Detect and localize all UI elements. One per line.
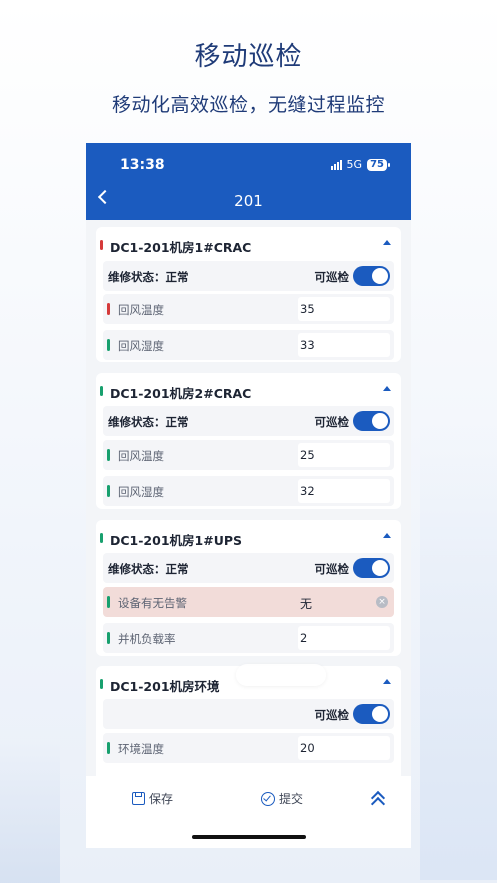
promo-subtitle: 移动化高效巡检，无缝过程监控 [111, 94, 385, 116]
collapse-caret-icon[interactable] [383, 533, 391, 538]
field-label: 环境温度 [118, 742, 164, 756]
card-title: DC1-201机房1#UPS [110, 533, 243, 548]
field-value-input[interactable]: 25 [298, 443, 390, 467]
device-card: DC1-201机房1#UPS 维修状态：正常 可巡检 设备有无告警 无 × 并机… [96, 520, 401, 656]
inspectable-label: 可巡检 [314, 270, 350, 284]
inspectable-toggle[interactable] [353, 558, 390, 578]
device-card: DC1-201机房1#CRAC 维修状态：正常 可巡检 回风温度 35 回风湿度… [96, 227, 401, 362]
floating-overlay [236, 664, 326, 686]
submit-label: 提交 [279, 792, 304, 806]
card-title: DC1-201机房环境 [110, 679, 220, 694]
save-label: 保存 [149, 792, 174, 806]
field-indicator [107, 632, 110, 644]
field-value-input[interactable]: 32 [298, 479, 390, 503]
card-header[interactable]: DC1-201机房1#CRAC [96, 227, 401, 263]
submit-icon [261, 791, 275, 806]
maintenance-row: 维修状态：正常 可巡检 [103, 261, 394, 291]
collapse-caret-icon[interactable] [383, 240, 391, 245]
field-indicator [107, 303, 110, 315]
background-decoration [0, 740, 60, 883]
field-label: 回风温度 [118, 449, 164, 463]
card-title: DC1-201机房1#CRAC [110, 240, 252, 255]
scroll-top-icon[interactable] [370, 790, 386, 812]
promo-title: 移动巡检 [194, 42, 303, 72]
field-label: 设备有无告警 [118, 596, 187, 610]
card-header[interactable]: DC1-201机房2#CRAC [96, 373, 401, 409]
field-row: 环境温度 20 [103, 733, 394, 763]
maintenance-row: 可巡检 [103, 699, 394, 729]
inspectable-label: 可巡检 [314, 562, 350, 576]
battery-icon: 75 [367, 158, 390, 171]
maintenance-status: 维修状态：正常 [108, 415, 189, 429]
field-indicator [107, 485, 110, 497]
field-label: 回风湿度 [118, 339, 164, 353]
field-label: 并机负载率 [118, 632, 176, 646]
collapse-caret-icon[interactable] [383, 386, 391, 391]
inspectable-toggle[interactable] [353, 411, 390, 431]
collapse-caret-icon[interactable] [383, 679, 391, 684]
field-indicator [107, 596, 110, 608]
page-title: 201 [234, 192, 263, 210]
device-card: DC1-201机房2#CRAC 维修状态：正常 可巡检 回风温度 25 回风湿度… [96, 373, 401, 509]
status-indicator [100, 240, 103, 250]
card-title: DC1-201机房2#CRAC [110, 386, 252, 401]
inspectable-label: 可巡检 [314, 415, 350, 429]
inspectable-toggle[interactable] [353, 704, 390, 724]
maintenance-status: 维修状态：正常 [108, 562, 189, 576]
save-icon [132, 792, 145, 805]
field-row: 并机负载率 2 [103, 623, 394, 653]
clear-icon[interactable]: × [376, 596, 388, 608]
maintenance-row: 维修状态：正常 可巡检 [103, 406, 394, 436]
status-indicator [100, 386, 103, 396]
phone-screen: 13:38 5G 75 201 DC1-201机房1#CRAC 维修状态：正常 … [86, 143, 411, 848]
home-indicator [192, 835, 306, 839]
maintenance-row: 维修状态：正常 可巡检 [103, 553, 394, 583]
maintenance-status: 维修状态：正常 [108, 270, 189, 284]
background-decoration [420, 420, 497, 880]
status-indicators: 5G 75 [330, 158, 390, 171]
field-indicator [107, 742, 110, 754]
field-row: 回风温度 25 [103, 440, 394, 470]
alert-field-row: 设备有无告警 无 × [103, 587, 394, 617]
app-header: 13:38 5G 75 201 [86, 143, 411, 220]
status-indicator [100, 533, 103, 543]
card-header[interactable]: DC1-201机房1#UPS [96, 520, 401, 556]
field-value-input[interactable]: 33 [298, 333, 390, 357]
signal-icon [330, 159, 342, 170]
status-indicator [100, 679, 103, 689]
submit-button[interactable]: 提交 [261, 790, 303, 807]
field-label: 回风温度 [118, 303, 164, 317]
inspectable-label: 可巡检 [314, 708, 350, 722]
field-value-input[interactable]: 20 [298, 736, 390, 760]
field-row: 回风温度 35 [103, 294, 394, 324]
field-label: 回风湿度 [118, 485, 164, 499]
field-value-input[interactable]: 35 [298, 297, 390, 321]
field-indicator [107, 449, 110, 461]
inspectable-toggle[interactable] [353, 266, 390, 286]
status-time: 13:38 [120, 157, 165, 173]
field-row: 回风湿度 33 [103, 330, 394, 360]
field-value-input[interactable]: 2 [298, 626, 390, 650]
bottom-toolbar: 保存 提交 [86, 776, 411, 848]
save-button[interactable]: 保存 [132, 790, 173, 807]
field-row: 回风湿度 32 [103, 476, 394, 506]
network-type: 5G [346, 158, 363, 171]
field-indicator [107, 339, 110, 351]
